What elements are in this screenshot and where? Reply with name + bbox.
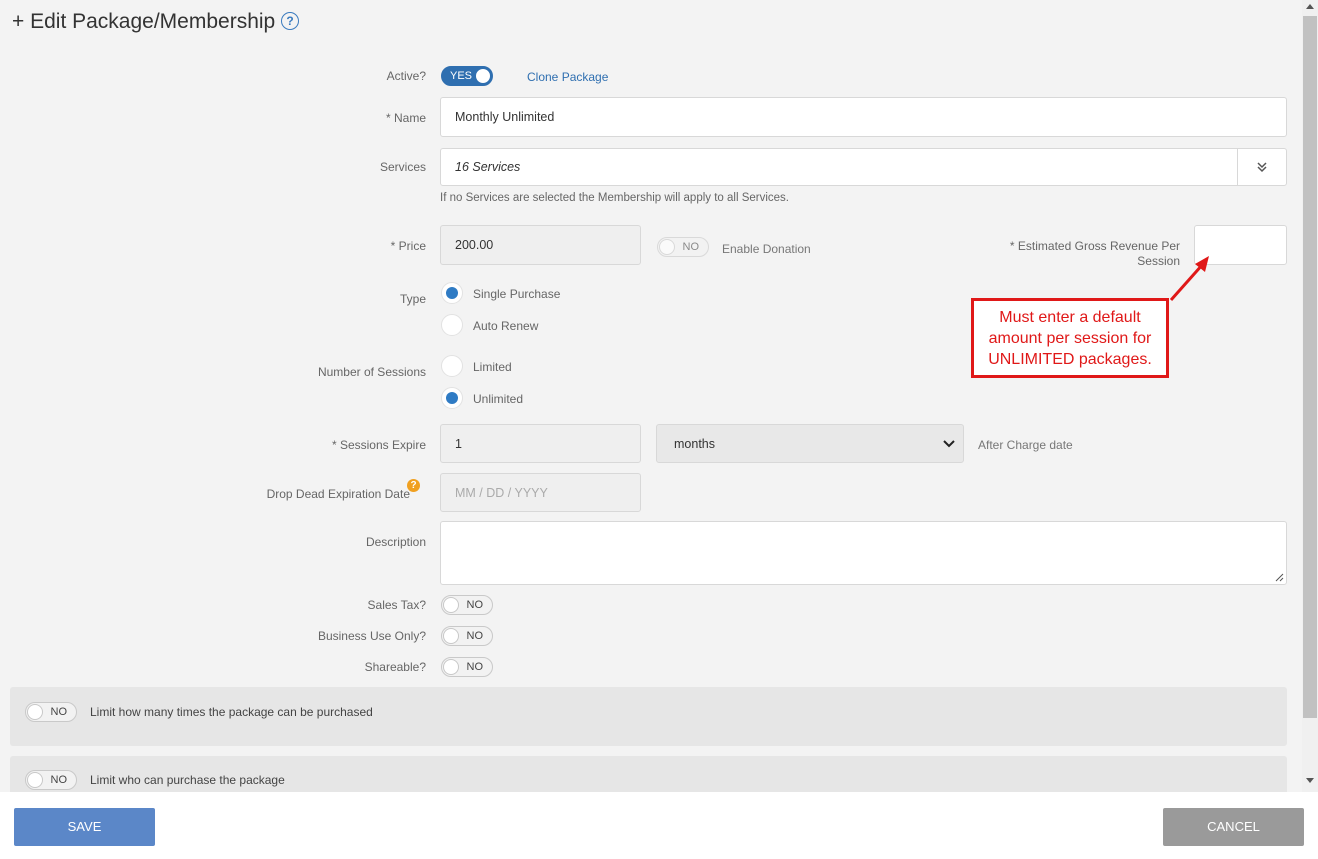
scrollbar-thumb[interactable] xyxy=(1303,16,1317,718)
toggle-knob xyxy=(475,68,491,84)
toggle-knob xyxy=(443,628,459,644)
sessions-expire-input[interactable]: 1 xyxy=(440,424,641,463)
cancel-button[interactable]: CANCEL xyxy=(1163,808,1304,846)
scroll-up-icon[interactable] xyxy=(1306,4,1314,9)
drop-dead-label: Drop Dead Expiration Date xyxy=(266,487,410,501)
description-textarea[interactable] xyxy=(440,521,1287,585)
toggle-knob xyxy=(443,597,459,613)
footer-bar xyxy=(0,792,1318,859)
expire-suffix: After Charge date xyxy=(978,438,1073,452)
active-toggle[interactable]: YES xyxy=(441,66,493,86)
scroll-down-icon[interactable] xyxy=(1306,778,1314,783)
expire-unit-value: months xyxy=(674,436,715,451)
radio-limited[interactable] xyxy=(441,355,463,377)
type-label: Type xyxy=(399,292,426,306)
services-select[interactable]: 16 Services xyxy=(440,148,1238,186)
radio-unlimited[interactable] xyxy=(441,387,463,409)
business-use-toggle[interactable]: NO xyxy=(441,626,493,646)
callout-line1: Must enter a default xyxy=(999,309,1141,326)
single-purchase-label: Single Purchase xyxy=(473,287,561,301)
sales-tax-label: Sales Tax? xyxy=(367,598,426,612)
shareable-toggle[interactable]: NO xyxy=(441,657,493,677)
drop-dead-date-input[interactable]: MM / DD / YYYY xyxy=(440,473,641,512)
limit-who-toggle-text: NO xyxy=(50,774,68,786)
sessions-expire-label: * Sessions Expire xyxy=(331,438,426,452)
limit-purchases-toggle[interactable]: NO xyxy=(25,702,77,722)
sales-tax-toggle-text: NO xyxy=(466,599,484,611)
est-revenue-label-line1: * Estimated Gross Revenue Per xyxy=(1009,239,1180,253)
radio-single-purchase[interactable] xyxy=(441,282,463,304)
toggle-knob xyxy=(27,704,43,720)
business-use-label: Business Use Only? xyxy=(317,629,426,643)
drop-dead-help-icon[interactable]: ? xyxy=(407,479,420,492)
active-toggle-text: YES xyxy=(450,70,473,82)
name-label: * Name xyxy=(385,111,426,125)
auto-renew-label: Auto Renew xyxy=(473,319,539,333)
toggle-knob xyxy=(659,239,675,255)
toggle-knob xyxy=(27,772,43,788)
services-expand-button[interactable] xyxy=(1237,148,1287,186)
callout-line2: amount per session for xyxy=(988,330,1152,347)
shareable-label: Shareable? xyxy=(364,660,426,674)
annotation-callout: Must enter a default amount per session … xyxy=(971,298,1169,378)
chevron-down-icon xyxy=(943,440,955,448)
page-title: + Edit Package/Membership xyxy=(12,10,276,33)
limited-label: Limited xyxy=(473,360,512,374)
sessions-label: Number of Sessions xyxy=(317,365,426,379)
price-input[interactable]: 200.00 xyxy=(440,225,641,265)
callout-line3: UNLIMITED packages. xyxy=(988,351,1152,368)
double-chevron-down-icon xyxy=(1257,162,1267,173)
callout-arrow xyxy=(1169,256,1209,301)
est-revenue-label: * Estimated Gross Revenue Per Session xyxy=(1010,239,1180,269)
donation-toggle-text: NO xyxy=(682,241,700,253)
expire-unit-select[interactable]: months xyxy=(656,424,964,463)
help-icon[interactable]: ? xyxy=(281,12,299,30)
save-button[interactable]: SAVE xyxy=(14,808,155,846)
limit-purchases-toggle-text: NO xyxy=(50,706,68,718)
limit-who-toggle[interactable]: NO xyxy=(25,770,77,790)
active-label: Active? xyxy=(386,69,426,83)
name-input[interactable]: Monthly Unlimited xyxy=(440,97,1287,137)
donation-label: Enable Donation xyxy=(722,242,811,256)
radio-auto-renew[interactable] xyxy=(441,314,463,336)
price-label: * Price xyxy=(390,239,426,253)
business-use-toggle-text: NO xyxy=(466,630,484,642)
limit-purchases-label: Limit how many times the package can be … xyxy=(90,705,373,719)
donation-toggle[interactable]: NO xyxy=(657,237,709,257)
shareable-toggle-text: NO xyxy=(466,661,484,673)
limit-who-label: Limit who can purchase the package xyxy=(90,773,285,787)
services-label: Services xyxy=(379,160,426,174)
description-label: Description xyxy=(365,535,426,549)
sales-tax-toggle[interactable]: NO xyxy=(441,595,493,615)
est-revenue-label-line2: Session xyxy=(1137,254,1180,268)
toggle-knob xyxy=(443,659,459,675)
resize-handle-icon[interactable] xyxy=(1275,573,1284,582)
drop-dead-placeholder: MM / DD / YYYY xyxy=(455,485,548,500)
unlimited-label: Unlimited xyxy=(473,392,524,406)
services-helper-text: If no Services are selected the Membersh… xyxy=(440,192,789,204)
clone-package-link[interactable]: Clone Package xyxy=(527,70,608,84)
